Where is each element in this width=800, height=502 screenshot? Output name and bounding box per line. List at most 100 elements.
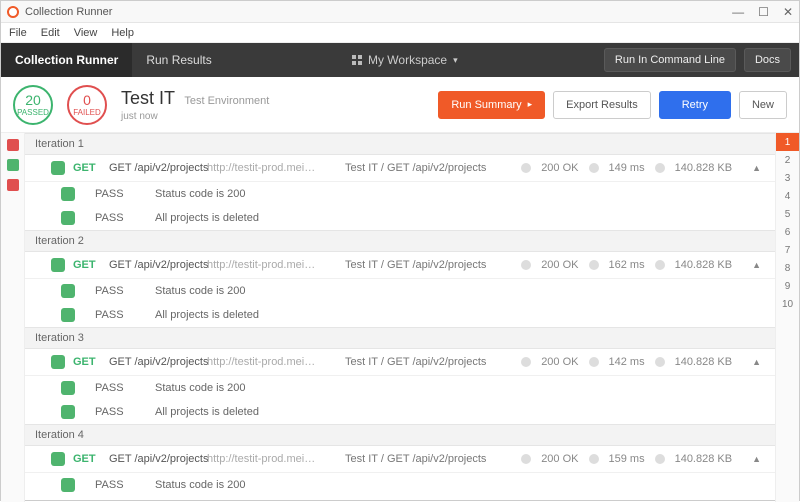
status-dot-icon	[589, 260, 599, 270]
test-name: Status code is 200	[155, 188, 246, 200]
window-maximize-icon[interactable]: ☐	[758, 6, 769, 18]
left-status-rail	[1, 133, 25, 502]
request-row[interactable]: GETGET /api/v2/projectshttp://testit-pro…	[25, 155, 775, 182]
pager-item[interactable]: 9	[776, 277, 799, 295]
pager-item[interactable]: 1	[776, 133, 799, 151]
menu-edit[interactable]: Edit	[41, 27, 60, 39]
request-status-icon	[51, 161, 65, 175]
request-meta: 200 OK149 ms140.828 KB	[521, 162, 732, 174]
failed-count: 0	[83, 92, 91, 108]
status-dot-icon	[589, 163, 599, 173]
pager-item[interactable]: 8	[776, 259, 799, 277]
test-row: PASSStatus code is 200	[25, 473, 775, 497]
docs-button[interactable]: Docs	[744, 48, 791, 72]
new-button[interactable]: New	[739, 91, 787, 119]
request-status-icon	[51, 452, 65, 466]
response-time: 159 ms	[609, 453, 645, 465]
tab-run-results[interactable]: Run Results	[132, 43, 225, 77]
request-method: GET	[73, 356, 101, 368]
retry-button[interactable]: Retry	[659, 91, 731, 119]
request-row[interactable]: GET GET /api/v2/projects http://testit-pro…	[25, 349, 775, 376]
top-navigation: Collection Runner Run Results My Workspa…	[1, 43, 799, 77]
test-status-icon	[61, 478, 75, 492]
pager-item[interactable]: 2	[776, 151, 799, 169]
test-name: All projects is deleted	[155, 212, 259, 224]
pager-item[interactable]: 6	[776, 223, 799, 241]
request-host: http://testit-prod.meister...	[207, 259, 317, 271]
request-host: http://testit-prod.meister...	[207, 356, 317, 368]
test-name: Status code is 200	[155, 285, 246, 297]
request-method: GET	[73, 259, 101, 271]
iteration-header[interactable]: Iteration 3	[25, 327, 775, 349]
response-status: 200 OK	[541, 453, 578, 465]
response-time: 149 ms	[609, 162, 645, 174]
request-row[interactable]: GETGET /api/v2/projectshttp://testit-pro…	[25, 446, 775, 473]
menu-help[interactable]: Help	[111, 27, 134, 39]
menu-view[interactable]: View	[74, 27, 98, 39]
run-command-line-button[interactable]: Run In Command Line	[604, 48, 736, 72]
test-name: All projects is deleted	[155, 406, 259, 418]
request-full-name: Test IT / GET /api/v2/projects	[325, 162, 513, 174]
tab-collection-runner[interactable]: Collection Runner	[1, 43, 132, 77]
pager-item[interactable]: 4	[776, 187, 799, 205]
pager-item[interactable]: 7	[776, 241, 799, 259]
collapse-arrow-icon[interactable]: ▲	[752, 357, 761, 367]
iteration-header[interactable]: Iteration 2	[25, 230, 775, 252]
passed-count-ring: 20 PASSED	[13, 85, 53, 125]
collapse-arrow-icon[interactable]: ▲	[752, 260, 761, 270]
status-dot-icon	[521, 357, 531, 367]
request-full-name: Test IT / GET /api/v2/projects	[325, 356, 513, 368]
collapse-arrow-icon[interactable]: ▲	[752, 454, 761, 464]
test-result: PASS	[95, 406, 135, 418]
status-dot-icon	[655, 454, 665, 464]
window-close-icon[interactable]: ✕	[783, 6, 793, 18]
request-host: http://testit-prod.meister...	[207, 453, 317, 465]
workspace-selector[interactable]: My Workspace ▾	[352, 53, 458, 67]
test-result: PASS	[95, 188, 135, 200]
run-summary-button[interactable]: Run Summary ▸	[438, 91, 545, 119]
chevron-down-icon: ▾	[453, 55, 458, 66]
status-dot-icon	[589, 357, 599, 367]
request-row[interactable]: GET GET /api/v2/projects http://testit-pro…	[25, 252, 775, 279]
app-logo-icon	[7, 6, 19, 18]
status-square-fail-icon[interactable]	[7, 179, 19, 191]
export-results-button[interactable]: Export Results	[553, 91, 651, 119]
menu-bar: File Edit View Help	[1, 23, 799, 43]
request-path: GET /api/v2/projects	[109, 259, 199, 271]
test-status-icon	[61, 284, 75, 298]
request-path: GET /api/v2/projects	[109, 453, 199, 465]
test-result: PASS	[95, 212, 135, 224]
response-status: 200 OK	[541, 162, 578, 174]
test-result: PASS	[95, 382, 135, 394]
request-path: GET /api/v2/projects	[109, 356, 199, 368]
test-result: PASS	[95, 285, 135, 297]
pager-item[interactable]: 10	[776, 295, 799, 313]
iteration-header[interactable]: Iteration 1	[25, 133, 775, 155]
status-dot-icon	[521, 260, 531, 270]
status-dot-icon	[521, 454, 531, 464]
test-result: PASS	[95, 309, 135, 321]
pager-item[interactable]: 3	[776, 169, 799, 187]
status-square-pass-icon[interactable]	[7, 159, 19, 171]
request-host: http://testit-prod.meister...	[207, 162, 317, 174]
passed-label: PASSED	[17, 108, 49, 117]
response-size: 140.828 KB	[675, 453, 733, 465]
status-dot-icon	[655, 163, 665, 173]
request-meta: 200 OK162 ms140.828 KB	[521, 259, 732, 271]
status-dot-icon	[655, 260, 665, 270]
failed-label: FAILED	[73, 108, 101, 117]
test-row: PASSAll projects is deleted	[25, 497, 775, 502]
test-status-icon	[61, 308, 75, 322]
menu-file[interactable]: File	[9, 27, 27, 39]
collapse-arrow-icon[interactable]: ▲	[752, 163, 761, 173]
environment-name: Test Environment	[184, 95, 269, 107]
status-dot-icon	[521, 163, 531, 173]
status-square-fail-icon[interactable]	[7, 139, 19, 151]
window-minimize-icon[interactable]: —	[732, 6, 744, 18]
request-status-icon	[51, 258, 65, 272]
pager-item[interactable]: 5	[776, 205, 799, 223]
response-time: 162 ms	[609, 259, 645, 271]
run-summary-label: Run Summary	[451, 99, 521, 111]
iteration-header[interactable]: Iteration 4	[25, 424, 775, 446]
iteration-pager: 12345678910	[775, 133, 799, 502]
